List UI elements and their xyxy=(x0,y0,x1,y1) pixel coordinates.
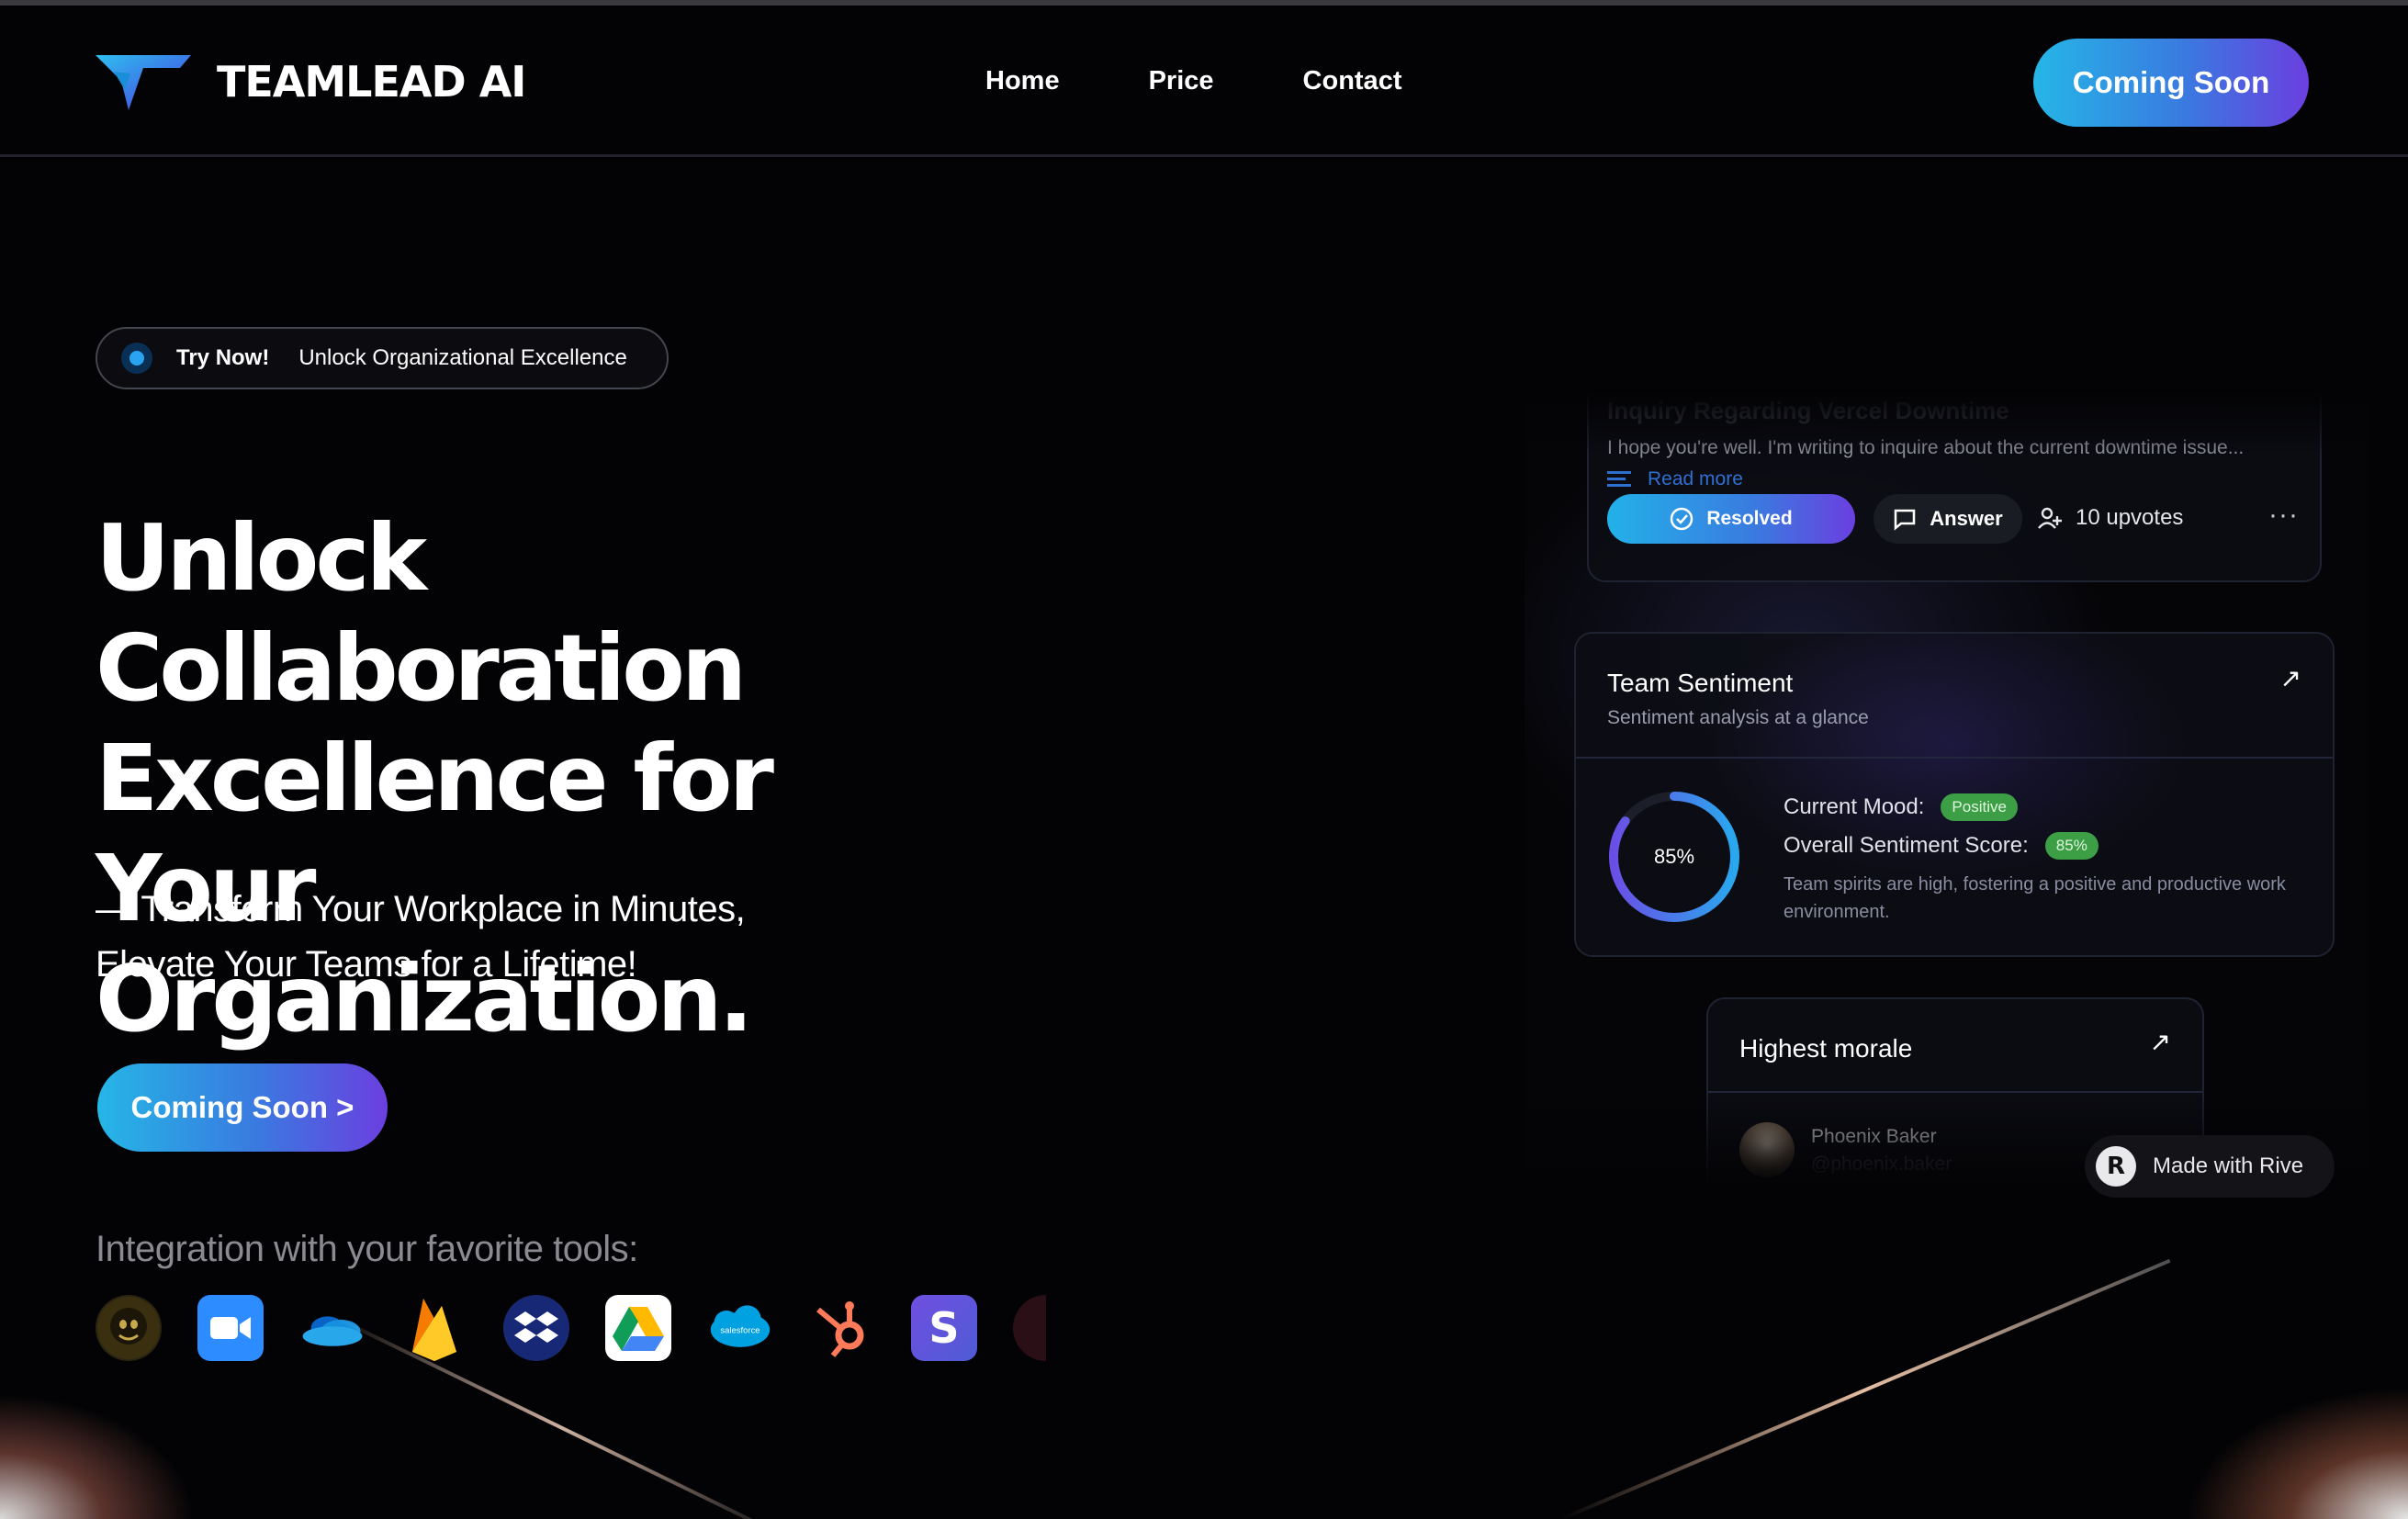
nav-contact-link[interactable]: Contact xyxy=(1303,66,1402,96)
more-options-icon[interactable]: ··· xyxy=(2268,500,2299,531)
read-more-link[interactable]: Read more xyxy=(1607,468,1743,490)
person-handle: @phoenix.baker xyxy=(1811,1153,1952,1175)
mood-label: Current Mood: xyxy=(1783,794,1925,819)
lines-icon xyxy=(1607,471,1631,487)
sentiment-progress-ring: 85% xyxy=(1605,788,1743,926)
brand-name: TEAMLEAD AI xyxy=(217,57,526,107)
rive-badge-label: Made with Rive xyxy=(2153,1153,2304,1178)
nav-home-link[interactable]: Home xyxy=(985,66,1060,96)
upvotes-label: 10 upvotes xyxy=(2076,505,2184,530)
upvotes-count[interactable]: 10 upvotes xyxy=(2037,505,2183,531)
score-label: Overall Sentiment Score: xyxy=(1783,833,2029,858)
hero-subtitle-line: Elevate Your Teams for a Lifetime! xyxy=(96,944,637,985)
sentiment-title: Team Sentiment xyxy=(1607,669,1794,697)
hero-title-line: Unlock Collaboration xyxy=(96,504,747,722)
message-icon xyxy=(1895,509,1916,531)
teamlead-logo-icon xyxy=(96,55,191,110)
avatar xyxy=(1739,1122,1795,1177)
morale-title: Highest morale xyxy=(1739,1034,1913,1063)
bottom-glow-decoration xyxy=(0,1322,2408,1519)
card-divider xyxy=(1708,1091,2202,1093)
try-now-label: Try Now! xyxy=(176,345,270,370)
answer-button[interactable]: Answer xyxy=(1874,494,2022,544)
rive-logo-icon: R xyxy=(2096,1146,2136,1187)
rive-animation-panel: Inquiry Regarding Vercel Downtime I hope… xyxy=(1525,395,2369,1185)
user-plus-icon xyxy=(2038,507,2062,529)
top-navbar: TEAMLEAD AI Home Price Contact Coming So… xyxy=(0,6,2408,157)
sentiment-description: Team spirits are high, fostering a posit… xyxy=(1783,874,2286,922)
hero-coming-soon-button[interactable]: Coming Soon > xyxy=(97,1063,388,1152)
team-sentiment-card[interactable]: Team Sentiment Sentiment analysis at a g… xyxy=(1574,632,2335,957)
current-mood-row: Current Mood: Positive xyxy=(1783,793,2018,821)
read-more-label: Read more xyxy=(1648,468,1743,489)
status-dot-icon xyxy=(121,343,152,374)
open-arrow-icon[interactable]: ↗ xyxy=(2280,663,2301,693)
brand-logo[interactable]: TEAMLEAD AI xyxy=(96,50,526,114)
check-circle-icon xyxy=(1671,507,1693,531)
made-with-rive-badge[interactable]: R Made with Rive xyxy=(2085,1135,2335,1198)
sentiment-percent: 85% xyxy=(1653,845,1695,868)
main-menu: Home Price Contact xyxy=(985,66,1401,96)
resolved-label: Resolved xyxy=(1706,508,1793,529)
nav-price-link[interactable]: Price xyxy=(1149,66,1214,96)
sentiment-score-row: Overall Sentiment Score: 85% xyxy=(1783,832,2099,860)
hero-subtitle-line: — Transform Your Workplace in Minutes, xyxy=(96,889,746,929)
integrations-label: Integration with your favorite tools: xyxy=(96,1229,638,1269)
score-badge: 85% xyxy=(2044,832,2099,860)
try-now-pill[interactable]: Try Now! Unlock Organizational Excellenc… xyxy=(96,327,669,389)
resolved-button[interactable]: Resolved xyxy=(1607,494,1855,544)
pill-text: Unlock Organizational Excellence xyxy=(298,345,627,370)
inquiry-title: Inquiry Regarding Vercel Downtime xyxy=(1607,397,2009,424)
inquiry-preview: I hope you're well. I'm writing to inqui… xyxy=(1607,437,2245,458)
mood-badge: Positive xyxy=(1941,793,2018,821)
nav-coming-soon-button[interactable]: Coming Soon xyxy=(2033,39,2309,127)
open-arrow-icon[interactable]: ↗ xyxy=(2150,1027,2171,1057)
sentiment-subtitle: Sentiment analysis at a glance xyxy=(1607,707,1869,728)
person-name: Phoenix Baker xyxy=(1811,1126,1937,1147)
hero-subtitle: — Transform Your Workplace in Minutes, E… xyxy=(96,882,746,992)
answer-label: Answer xyxy=(1930,507,2003,530)
card-divider xyxy=(1576,757,2333,759)
inquiry-card[interactable]: Inquiry Regarding Vercel Downtime I hope… xyxy=(1587,395,2322,582)
